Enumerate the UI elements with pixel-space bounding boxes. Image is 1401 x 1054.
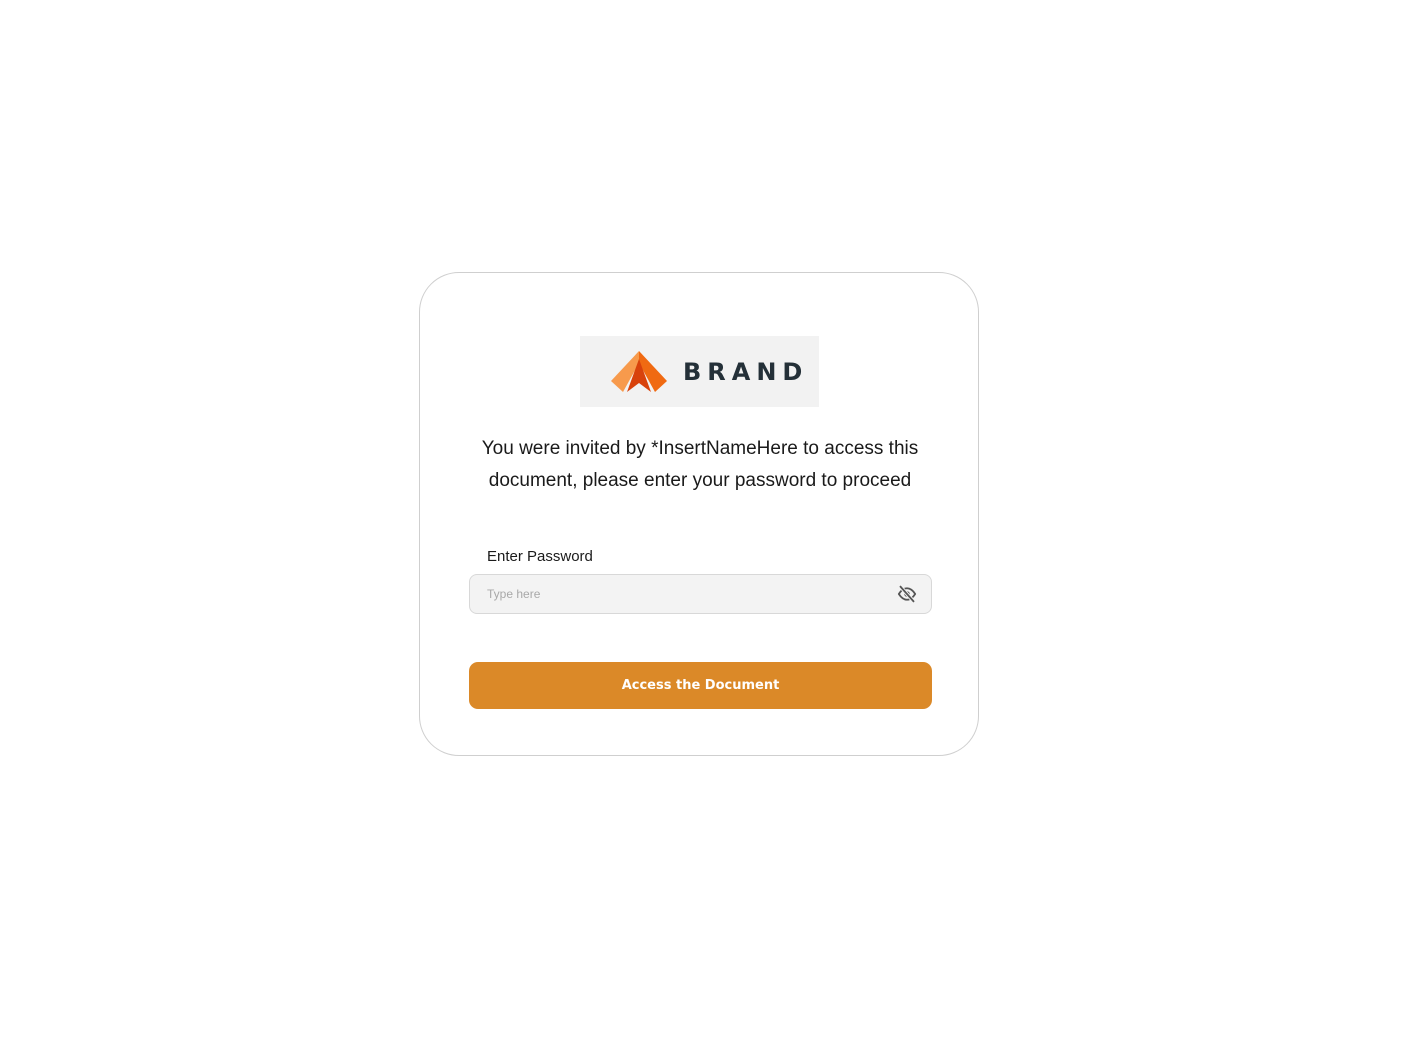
password-label: Enter Password xyxy=(487,548,593,565)
access-document-button[interactable]: Access the Document xyxy=(469,662,932,709)
brand-name: BRAND xyxy=(683,358,809,386)
eye-off-icon[interactable] xyxy=(897,585,917,603)
invitation-message: You were invited by *InsertNameHere to a… xyxy=(481,438,919,491)
access-card: BRAND You were invited by *InsertNameHer… xyxy=(419,272,979,756)
password-input[interactable] xyxy=(470,575,897,613)
brand-logo: BRAND xyxy=(580,336,819,407)
password-input-wrapper xyxy=(469,574,932,614)
tent-logo-icon xyxy=(611,351,667,392)
